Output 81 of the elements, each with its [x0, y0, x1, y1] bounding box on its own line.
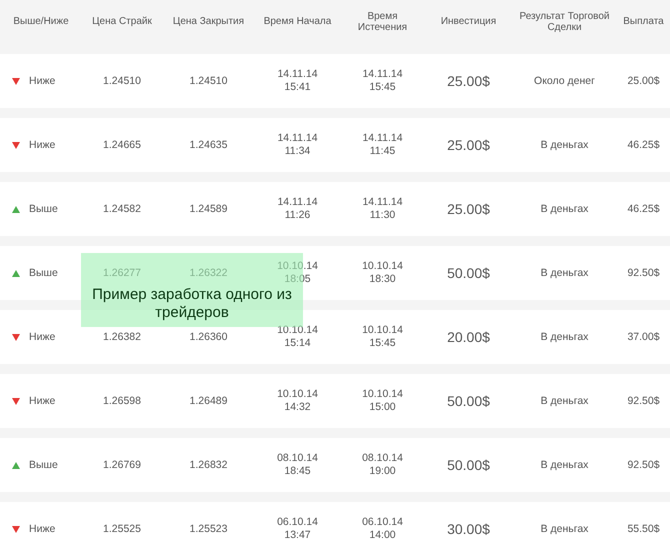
table-cell-text: 1.24589 — [188, 202, 228, 216]
table-cell-text: 1.25523 — [188, 522, 228, 536]
table-cell-text: 46.25$ — [626, 138, 661, 152]
down-triangle-icon — [12, 526, 20, 532]
table-cell-text: В деньгах — [540, 330, 590, 344]
table-cell-text: 10.10.14 18:30 — [361, 260, 404, 286]
table-cell-text: 14.11.14 11:26 — [276, 196, 319, 222]
table-cell-text: 37.00$ — [626, 330, 661, 344]
table-cell-text: 1.26360 — [188, 330, 228, 344]
table-cell-text: 30.00$ — [446, 520, 491, 538]
table-cell-text: 10.10.14 18:05 — [276, 260, 319, 286]
down-triangle-icon — [12, 334, 20, 340]
table-cell-text: 1.24665 — [102, 138, 142, 152]
table-cell-text: В деньгах — [540, 266, 590, 280]
down-triangle-icon — [12, 78, 20, 84]
table-cell-text: Около денег — [533, 74, 596, 88]
column-header: Время Истечения — [356, 10, 408, 34]
table-cell-text: 1.26832 — [188, 458, 228, 472]
table-cell-text: 1.24582 — [102, 202, 142, 216]
table-cell-text: 50.00$ — [446, 392, 491, 410]
table-cell-text: 1.24510 — [188, 74, 228, 88]
table-cell-text: 1.26322 — [188, 266, 228, 280]
callout-text: Пример заработка одного из трейдеров — [91, 286, 293, 322]
direction-label: Выше — [29, 203, 58, 215]
down-triangle-icon — [12, 398, 20, 404]
table-cell-text: 14.11.14 11:45 — [361, 132, 404, 158]
direction-label: Ниже — [29, 75, 56, 87]
table-cell-text: 14.11.14 11:30 — [361, 196, 404, 222]
table-cell-text: 1.26598 — [102, 394, 142, 408]
table-cell-text: В деньгах — [540, 458, 590, 472]
table-cell-text: 1.26277 — [102, 266, 142, 280]
table-cell-text: В деньгах — [540, 138, 590, 152]
table-cell-text: 10.10.14 15:45 — [361, 324, 404, 350]
direction-label: Ниже — [29, 523, 56, 535]
table-cell-text: 1.26382 — [102, 330, 142, 344]
table-cell-text: 55.50$ — [626, 522, 661, 536]
table-cell-text: 14.11.14 15:41 — [276, 68, 319, 94]
table-cell-text: 25.00$ — [446, 72, 491, 90]
table-cell-text: 50.00$ — [446, 456, 491, 474]
table-cell-text: 14.11.14 11:34 — [276, 132, 319, 158]
table-cell-text: 10.10.14 14:32 — [276, 388, 319, 414]
table-cell-text: 10.10.14 15:14 — [276, 324, 319, 350]
table-cell-text: 08.10.14 19:00 — [361, 452, 404, 478]
column-header: Выше/Ниже — [12, 16, 70, 28]
column-header: Цена Закрытия — [172, 16, 246, 28]
column-header: Результат Торговой Сделки — [518, 10, 611, 34]
column-header: Время Начала — [262, 16, 332, 28]
table-cell-text: В деньгах — [540, 394, 590, 408]
table-cell-text: 1.26489 — [188, 394, 228, 408]
table-cell-text: 1.25525 — [102, 522, 142, 536]
table-cell-text: 1.24510 — [102, 74, 142, 88]
table-cell-text: 25.00$ — [626, 74, 661, 88]
direction-label: Ниже — [29, 395, 56, 407]
table-cell-text: 1.24635 — [188, 138, 228, 152]
table-cell-text: 92.50$ — [626, 266, 661, 280]
table-cell-text: 1.26769 — [102, 458, 142, 472]
down-triangle-icon — [12, 142, 20, 148]
table-cell-text: 92.50$ — [626, 458, 661, 472]
table-cell-text: 08.10.14 18:45 — [276, 452, 319, 478]
column-header: Цена Страйк — [91, 16, 153, 28]
table-cell-text: 46.25$ — [626, 202, 661, 216]
table-cell-text: В деньгах — [540, 202, 590, 216]
table-cell-text: 06.10.14 14:00 — [361, 516, 404, 542]
table-cell-text: 92.50$ — [626, 394, 661, 408]
table-cell-text: 10.10.14 15:00 — [361, 388, 404, 414]
direction-label: Выше — [29, 267, 58, 279]
direction-label: Ниже — [29, 331, 56, 343]
table-cell-text: 20.00$ — [446, 328, 491, 346]
up-triangle-icon — [12, 206, 20, 212]
table-cell-text: 25.00$ — [446, 200, 491, 218]
table-cell-text: 25.00$ — [446, 136, 491, 154]
column-header: Инвестиция — [440, 16, 498, 28]
up-triangle-icon — [12, 270, 20, 276]
direction-label: Выше — [29, 459, 58, 471]
table-cell-text: 06.10.14 13:47 — [276, 516, 319, 542]
table-cell-text: В деньгах — [540, 522, 590, 536]
table-cell-text: 50.00$ — [446, 264, 491, 282]
table-cell-text: 14.11.14 15:45 — [361, 68, 404, 94]
up-triangle-icon — [12, 462, 20, 468]
direction-label: Ниже — [29, 139, 56, 151]
column-header: Выплата — [622, 16, 665, 28]
